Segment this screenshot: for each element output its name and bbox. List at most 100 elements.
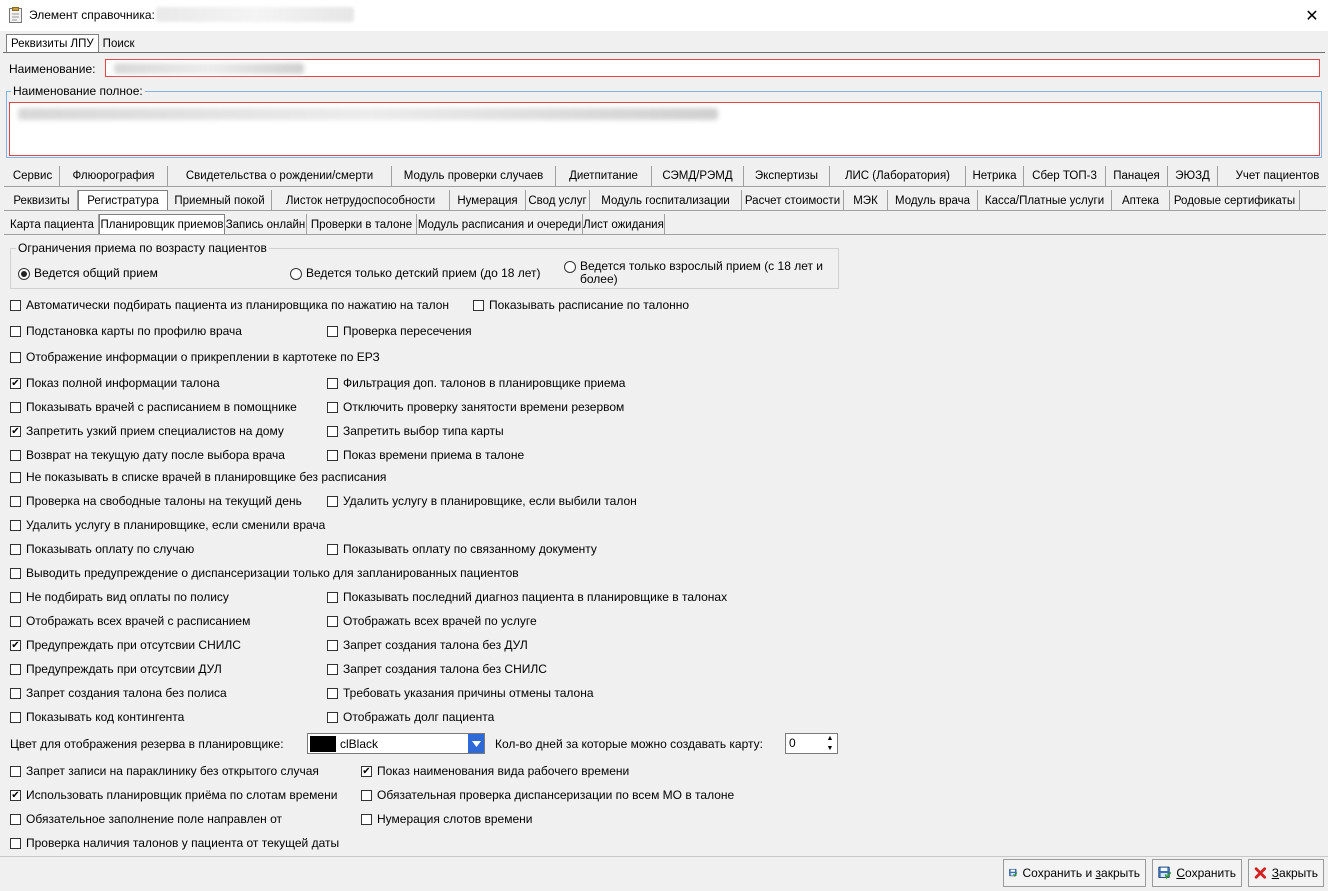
tab-section-8[interactable]: МЭК (844, 190, 888, 211)
checkbox-empty-icon (10, 495, 21, 507)
chevron-down-icon[interactable] (468, 734, 484, 753)
tab-section-6[interactable]: Модуль госпитализации (590, 190, 742, 211)
tab-section-9[interactable]: Модуль врача (888, 190, 978, 211)
name-input[interactable] (105, 59, 1320, 77)
checkbox-empty-icon (10, 615, 21, 627)
setting-checkbox-35[interactable]: Обязательная проверка диспансеризации по… (361, 788, 734, 802)
tab-registry-5[interactable]: Лист ожидания (583, 214, 665, 235)
setting-checkbox-16[interactable]: Удалить услугу в планировщике, если смен… (10, 518, 325, 532)
tab-main-0[interactable]: Реквизиты ЛПУ (6, 34, 99, 53)
tab-section-12[interactable]: Родовые сертификаты (1170, 190, 1300, 211)
spin-down-icon[interactable]: ▼ (823, 744, 837, 754)
setting-checkbox-37[interactable]: Нумерация слотов времени (361, 812, 532, 826)
setting-checkbox-7[interactable]: Показывать врачей с расписанием в помощн… (10, 400, 297, 414)
close-window-button[interactable]: ✕ (1296, 0, 1328, 31)
setting-checkbox-10[interactable]: Запретить выбор типа карты (327, 424, 504, 438)
setting-checkbox-18[interactable]: Показывать оплату по связанному документ… (327, 542, 597, 556)
tab-module-4[interactable]: Диетпитание (556, 166, 652, 186)
setting-checkbox-11[interactable]: Возврат на текущую дату после выбора вра… (10, 448, 285, 462)
close-button[interactable]: Закрыть (1248, 859, 1324, 887)
setting-checkbox-3[interactable]: Проверка пересечения (327, 324, 472, 338)
setting-checkbox-30[interactable]: Показывать код контингента (10, 710, 184, 724)
setting-checkbox-label: Запрет создания талона без полиса (26, 686, 227, 700)
setting-checkbox-24[interactable]: ✔ Предупреждать при отсутсвии СНИЛС (10, 638, 241, 652)
tab-module-9[interactable]: Сбер ТОП-3 (1024, 166, 1106, 186)
tab-section-0[interactable]: Реквизиты (6, 190, 78, 211)
tab-module-11[interactable]: ЭЮЗД (1168, 166, 1218, 186)
setting-checkbox-31[interactable]: Отображать долг пациента (327, 710, 494, 724)
tab-section-11[interactable]: Аптека (1112, 190, 1170, 211)
setting-checkbox-4[interactable]: Отображение информации о прикреплении в … (10, 350, 380, 364)
tab-section-4[interactable]: Нумерация (450, 190, 526, 211)
setting-checkbox-27[interactable]: Запрет создания талона без СНИЛС (327, 662, 547, 676)
setting-checkbox-29[interactable]: Требовать указания причины отмены талона (327, 686, 594, 700)
setting-checkbox-19[interactable]: Выводить предупреждение о диспансеризаци… (10, 566, 519, 580)
tab-section-10[interactable]: Касса/Платные услуги (978, 190, 1112, 211)
setting-checkbox-9[interactable]: ✔ Запретить узкий прием специалистов на д… (10, 424, 284, 438)
setting-checkbox-17[interactable]: Показывать оплату по случаю (10, 542, 194, 556)
age-radio-0[interactable]: Ведется общий прием (18, 267, 278, 280)
setting-checkbox-label: Не показывать в списке врачей в планиров… (26, 470, 387, 484)
tab-module-5[interactable]: СЭМД/РЭМД (652, 166, 744, 186)
reserve-color-label: Цвет для отображения резерва в планировщ… (10, 737, 284, 751)
checkbox-empty-icon (327, 495, 338, 507)
tab-module-3[interactable]: Модуль проверки случаев (392, 166, 556, 186)
setting-checkbox-28[interactable]: Запрет создания талона без полиса (10, 686, 227, 700)
setting-checkbox-23[interactable]: Отображать всех врачей по услуге (327, 614, 537, 628)
tab-module-2[interactable]: Свидетельства о рождении/смерти (168, 166, 392, 186)
tab-main-1[interactable]: Поиск (99, 34, 139, 53)
setting-checkbox-36[interactable]: Обязательное заполнение поле направлен о… (10, 812, 282, 826)
tab-module-12[interactable]: Учет пациентов (1218, 166, 1328, 186)
setting-checkbox-label: Показ наименования вида рабочего времени (377, 764, 630, 778)
checkbox-empty-icon (10, 401, 21, 413)
setting-checkbox-33[interactable]: ✔ Показ наименования вида рабочего времен… (361, 764, 629, 778)
save-button[interactable]: Сохранить (1152, 859, 1242, 887)
setting-checkbox-6[interactable]: Фильтрация доп. талонов в планировщике п… (327, 376, 625, 390)
checkbox-empty-icon (10, 711, 21, 723)
age-radio-label: Ведется только взрослый прием (с 18 лет … (580, 259, 824, 286)
tab-module-7[interactable]: ЛИС (Лаборатория) (830, 166, 966, 186)
tab-module-1[interactable]: Флюорография (60, 166, 168, 186)
tab-section-2[interactable]: Приемный покой (168, 190, 272, 211)
setting-checkbox-38[interactable]: Проверка наличия талонов у пациента от т… (10, 836, 339, 850)
tab-section-7[interactable]: Расчет стоимости (742, 190, 844, 211)
save-and-close-button[interactable]: Сохранить и закрыть (1003, 859, 1146, 887)
tab-registry-2[interactable]: Запись онлайн (225, 214, 307, 235)
tab-module-6[interactable]: Экспертизы (744, 166, 830, 186)
setting-checkbox-15[interactable]: Удалить услугу в планировщике, если выби… (327, 494, 637, 508)
tab-registry-4[interactable]: Модуль расписания и очереди (417, 214, 583, 235)
setting-checkbox-14[interactable]: Проверка на свободные талоны на текущий … (10, 494, 302, 508)
setting-checkbox-label: Проверка на свободные талоны на текущий … (26, 494, 302, 508)
reserve-color-select[interactable]: clBlack (307, 733, 485, 754)
tab-registry-0[interactable]: Карта пациента (6, 214, 99, 235)
setting-checkbox-21[interactable]: Показывать последний диагноз пациента в … (327, 590, 727, 604)
days-spinner[interactable]: 0 ▲ ▼ (785, 733, 838, 754)
setting-checkbox-label: Удалить услугу в планировщике, если выби… (343, 494, 637, 508)
setting-checkbox-22[interactable]: Отображать всех врачей с расписанием (10, 614, 250, 628)
tab-module-8[interactable]: Нетрика (966, 166, 1024, 186)
setting-checkbox-8[interactable]: Отключить проверку занятости времени рез… (327, 400, 624, 414)
setting-checkbox-5[interactable]: ✔ Показ полной информации талона (10, 376, 220, 390)
tab-module-0[interactable]: Сервис (6, 166, 60, 186)
setting-checkbox-13[interactable]: Не показывать в списке врачей в планиров… (10, 470, 386, 484)
tab-module-10[interactable]: Панацея (1106, 166, 1168, 186)
setting-checkbox-25[interactable]: Запрет создания талона без ДУЛ (327, 638, 528, 652)
tab-section-1[interactable]: Регистратура (78, 190, 168, 211)
setting-checkbox-26[interactable]: Предупреждать при отсутсвии ДУЛ (10, 662, 222, 676)
setting-checkbox-1[interactable]: Показывать расписание по талонно (473, 298, 689, 312)
age-radio-1[interactable]: Ведется только детский прием (до 18 лет) (290, 267, 560, 280)
tab-section-3[interactable]: Листок нетрудоспособности (272, 190, 450, 211)
tab-registry-3[interactable]: Проверки в талоне (307, 214, 417, 235)
setting-checkbox-12[interactable]: Показ времени приема в талоне (327, 448, 524, 462)
tab-section-5[interactable]: Свод услуг (526, 190, 590, 211)
setting-checkbox-34[interactable]: ✔ Использовать планировщик приёма по слот… (10, 788, 337, 802)
setting-checkbox-20[interactable]: Не подбирать вид оплаты по полису (10, 590, 229, 604)
setting-checkbox-2[interactable]: Подстановка карты по профилю врача (10, 324, 242, 338)
checkbox-empty-icon (10, 663, 21, 675)
setting-checkbox-32[interactable]: Запрет записи на параклинику без открыто… (10, 764, 319, 778)
age-radio-2[interactable]: Ведется только взрослый прием (с 18 лет … (564, 260, 834, 286)
spin-up-icon[interactable]: ▲ (823, 734, 837, 744)
tab-registry-1[interactable]: Планировщик приемов (99, 214, 225, 235)
fullname-input[interactable] (9, 102, 1320, 156)
setting-checkbox-0[interactable]: Автоматически подбирать пациента из план… (10, 298, 449, 312)
